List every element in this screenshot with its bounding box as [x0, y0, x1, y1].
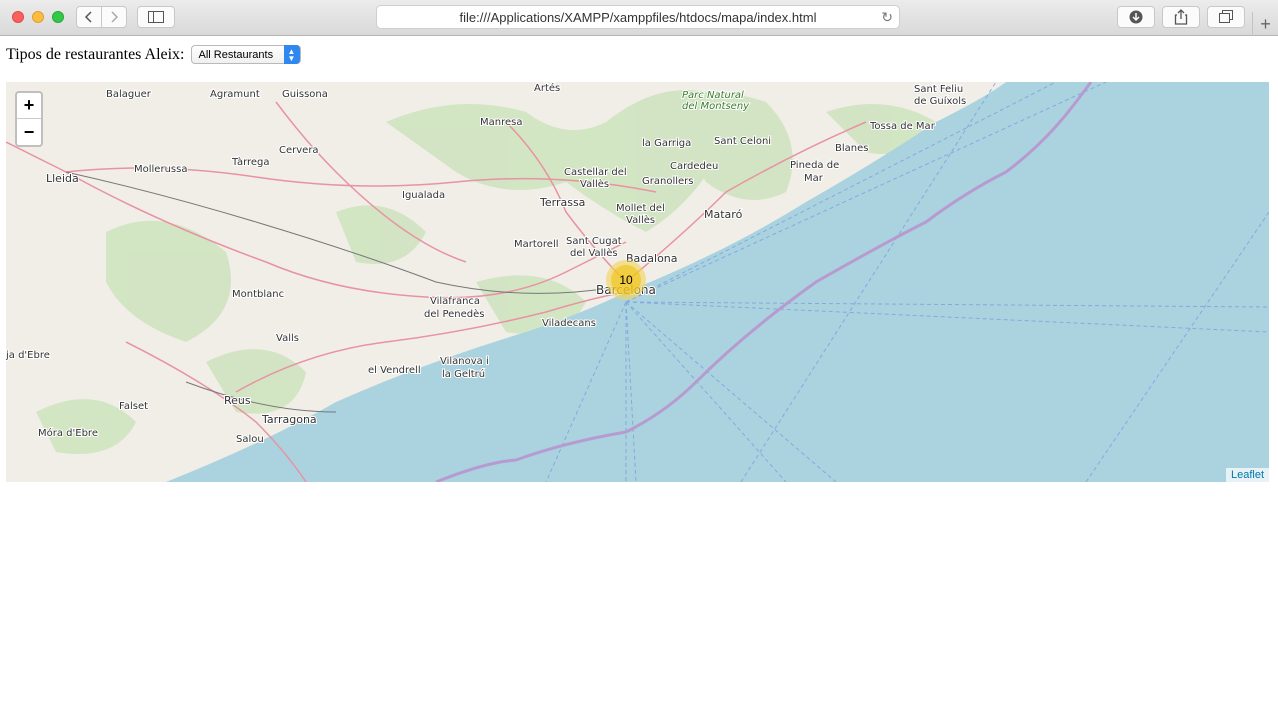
place-castellar2: Vallès [580, 178, 609, 190]
place-tossa: Tossa de Mar [869, 121, 936, 132]
forward-button[interactable] [101, 6, 127, 28]
place-tarragona: Tarragona [261, 413, 317, 426]
place-parc: Parc Natural [682, 90, 744, 101]
url-text: file:///Applications/XAMPP/xamppfiles/ht… [459, 9, 817, 25]
close-window-button[interactable] [12, 11, 24, 23]
place-vilanova: Vilanova i [440, 356, 489, 367]
place-vilanova2: la Geltrú [442, 368, 485, 380]
plus-icon: + [1260, 13, 1271, 34]
chevron-left-icon [84, 11, 92, 23]
maximize-window-button[interactable] [52, 11, 64, 23]
place-lleida: Lleida [46, 172, 79, 185]
place-sant-cugat: Sant Cugat [566, 236, 622, 247]
place-reus: Reus [224, 394, 251, 407]
place-pineda: Pineda de [790, 160, 839, 171]
place-mollet2: Vallès [626, 214, 655, 226]
place-montblanc: Montblanc [232, 289, 284, 300]
place-cardedeu: Cardedeu [670, 161, 718, 172]
zoom-out-button[interactable]: − [17, 119, 41, 145]
cluster-count: 10 [611, 265, 641, 295]
filter-row: Tipos de restaurantes Aleix: All Restaur… [6, 45, 301, 64]
place-sant-celoni: Sant Celoni [714, 136, 771, 147]
sidebar-icon [148, 11, 164, 23]
place-sant-cugat2: del Vallès [570, 247, 618, 259]
place-manresa: Manresa [480, 117, 522, 128]
download-icon [1129, 10, 1143, 24]
browser-toolbar: file:///Applications/XAMPP/xamppfiles/ht… [0, 0, 1278, 36]
select-arrows-icon: ▲ ▼ [283, 45, 300, 64]
place-guissona: Guissona [282, 89, 328, 100]
place-terrassa: Terrassa [539, 196, 585, 209]
new-tab-button[interactable]: + [1252, 12, 1278, 36]
place-tarrega: Tàrrega [231, 156, 270, 168]
marker-cluster[interactable]: 10 [606, 260, 646, 300]
show-tabs-button[interactable] [1207, 6, 1245, 28]
place-ebre: ja d'Ebre [6, 350, 50, 361]
place-viladecans: Viladecans [542, 318, 596, 329]
place-mollerussa: Mollerussa [134, 164, 187, 175]
map[interactable]: Artés Parc Natural del Montseny Sant Fel… [6, 82, 1269, 482]
back-button[interactable] [76, 6, 102, 28]
zoom-in-button[interactable]: + [17, 93, 41, 119]
reload-icon[interactable]: ↻ [881, 9, 893, 26]
place-salou: Salou [236, 434, 264, 445]
place-valls: Valls [276, 333, 299, 344]
place-granollers: Granollers [642, 176, 693, 187]
restaurant-type-select[interactable]: All Restaurants ▲ ▼ [190, 45, 301, 64]
place-pineda2: Mar [804, 173, 824, 184]
filter-label: Tipos de restaurantes Aleix: [6, 45, 185, 63]
minimize-window-button[interactable] [32, 11, 44, 23]
place-cervera: Cervera [279, 145, 319, 156]
place-agramunt: Agramunt [210, 89, 260, 100]
address-bar[interactable]: file:///Applications/XAMPP/xamppfiles/ht… [376, 5, 900, 29]
attribution-link[interactable]: Leaflet [1225, 468, 1269, 482]
place-blanes: Blanes [835, 143, 868, 154]
place-mataro: Mataró [704, 208, 743, 221]
select-value: All Restaurants [198, 48, 274, 61]
chevron-right-icon [111, 11, 119, 23]
share-button[interactable] [1162, 6, 1200, 28]
share-icon [1174, 9, 1188, 25]
place-artes: Artés [534, 82, 560, 94]
place-sant-feliu2: de Guíxols [914, 95, 966, 107]
zoom-control: + − [15, 91, 43, 147]
sidebar-toggle-button[interactable] [137, 6, 175, 28]
place-igualada: Igualada [402, 190, 445, 201]
place-mora: Móra d'Ebre [38, 427, 98, 439]
place-sant-feliu: Sant Feliu [914, 84, 963, 95]
place-vendrell: el Vendrell [368, 365, 421, 376]
place-garriga: la Garriga [642, 138, 691, 149]
place-martorell: Martorell [514, 239, 559, 250]
place-mollet: Mollet del [616, 203, 665, 214]
place-castellar: Castellar del [564, 167, 627, 178]
place-falset: Falset [119, 401, 148, 412]
place-balaguer: Balaguer [106, 89, 152, 100]
tabs-icon [1219, 10, 1233, 23]
place-parc2: del Montseny [682, 101, 750, 112]
place-vilafranca: Vilafranca [430, 296, 480, 307]
place-vilafranca2: del Penedès [424, 308, 484, 320]
downloads-button[interactable] [1117, 6, 1155, 28]
